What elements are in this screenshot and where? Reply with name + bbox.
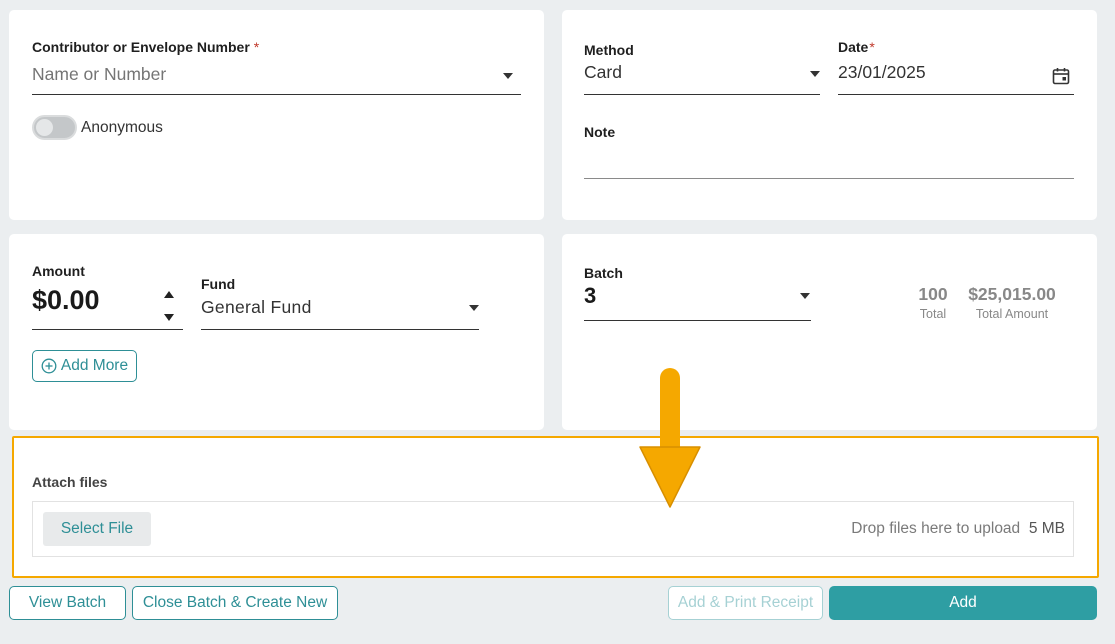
batch-label: Batch: [584, 265, 623, 281]
method-select[interactable]: Card: [584, 62, 622, 83]
fund-select[interactable]: General Fund: [201, 297, 312, 318]
method-underline: [584, 94, 820, 95]
date-underline: [838, 94, 1074, 95]
batch-select[interactable]: 3: [584, 283, 596, 309]
fund-label: Fund: [201, 276, 236, 292]
amount-card: [9, 234, 544, 430]
amount-label: Amount: [32, 263, 85, 279]
batch-total-amount: $25,015.00: [968, 284, 1056, 304]
toggle-knob: [36, 119, 53, 136]
arrow-down-icon: [639, 368, 701, 508]
note-label: Note: [584, 124, 616, 140]
amount-input[interactable]: $0.00: [32, 285, 100, 316]
view-batch-button[interactable]: View Batch: [9, 586, 126, 620]
method-card: [562, 10, 1097, 220]
stepper-up-icon[interactable]: [163, 291, 175, 299]
attach-files-label: Attach files: [32, 474, 108, 490]
note-input[interactable]: [584, 146, 1074, 176]
date-label: Date*: [838, 39, 875, 55]
stepper-down-icon[interactable]: [163, 313, 175, 321]
drop-text: Drop files here to upload 5 MB: [851, 520, 1065, 537]
method-label: Method: [584, 42, 634, 58]
amount-underline: [32, 329, 183, 330]
batch-total-count-label: Total: [919, 307, 947, 321]
close-batch-create-new-button[interactable]: Close Batch & Create New: [132, 586, 338, 620]
contributor-underline: [32, 94, 521, 95]
anonymous-toggle[interactable]: [32, 115, 77, 140]
batch-total-amount-label: Total Amount: [975, 307, 1049, 321]
anonymous-label: Anonymous: [81, 119, 163, 136]
add-more-button[interactable]: Add More: [32, 350, 137, 382]
contributor-input[interactable]: [32, 60, 502, 88]
date-input[interactable]: 23/01/2025: [838, 62, 926, 83]
batch-total-count: 100: [918, 284, 948, 304]
calendar-icon[interactable]: [1052, 67, 1070, 85]
add-print-receipt-button[interactable]: Add & Print Receipt: [668, 586, 823, 620]
contributor-label: Contributor or Envelope Number *: [32, 39, 260, 55]
method-dropdown-chevron-down-icon[interactable]: [810, 71, 820, 77]
add-button[interactable]: Add: [829, 586, 1097, 620]
fund-dropdown-chevron-down-icon[interactable]: [469, 305, 479, 311]
batch-dropdown-chevron-down-icon[interactable]: [800, 293, 810, 299]
contributor-dropdown-chevron-down-icon[interactable]: [503, 73, 513, 79]
fund-underline: [201, 329, 479, 330]
note-underline: [584, 178, 1074, 179]
batch-underline: [584, 320, 811, 321]
select-file-button[interactable]: Select File: [43, 512, 151, 546]
plus-circle-icon: [41, 358, 57, 374]
